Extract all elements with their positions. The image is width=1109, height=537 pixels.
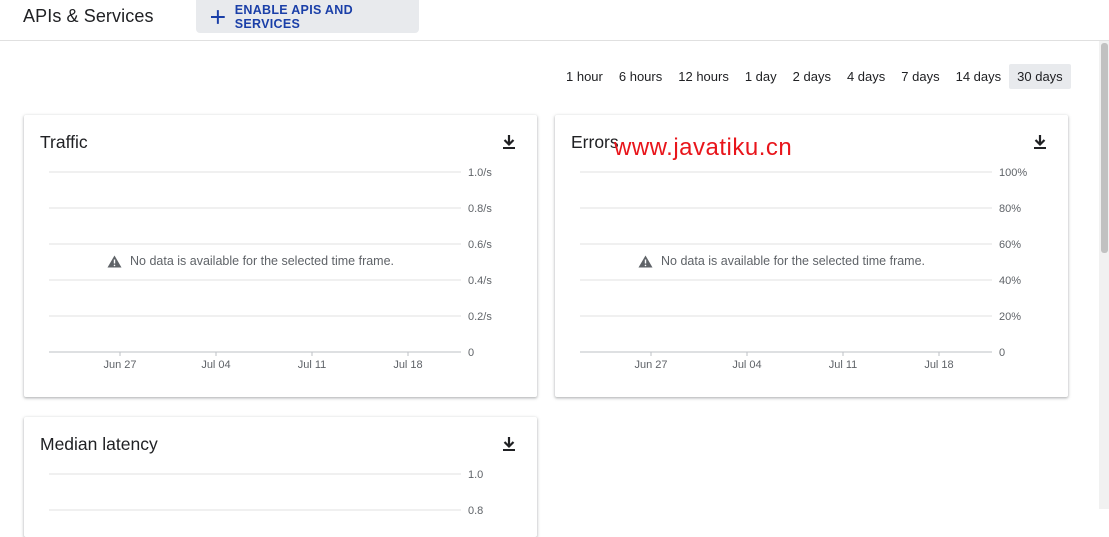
time-range-option[interactable]: 6 hours (611, 64, 670, 89)
y-tick-label: 20% (999, 311, 1021, 323)
x-tick-label: Jun 27 (634, 359, 667, 371)
x-tick-label: Jul 11 (298, 359, 327, 371)
warning-icon (107, 255, 122, 267)
warning-icon (638, 255, 653, 267)
median-latency-chart: 1.0 0.8 (49, 469, 483, 517)
time-range-option[interactable]: 12 hours (670, 64, 737, 89)
top-bar: APIs & Services ENABLE APIS AND SERVICES (0, 0, 1109, 41)
time-range-option[interactable]: 2 days (785, 64, 839, 89)
traffic-no-data-message: No data is available for the selected ti… (107, 254, 394, 268)
page-scrollbar[interactable] (1099, 41, 1109, 509)
y-tick-label: 40% (999, 275, 1021, 287)
time-range-option[interactable]: 14 days (948, 64, 1010, 89)
time-range-option[interactable]: 1 day (737, 64, 785, 89)
traffic-card: Traffic 1.0/s 0.8/s 0.6/s 0.4/s 0.2/s 0 Jun 27… (24, 115, 537, 397)
x-tick-label: Jul 18 (393, 359, 422, 371)
y-tick-label: 0.6/s (468, 239, 492, 251)
errors-no-data-message: No data is available for the selected ti… (638, 254, 925, 268)
y-tick-label: 1.0/s (468, 167, 492, 179)
y-tick-label: 0.8 (468, 505, 483, 517)
y-tick-label: 0 (999, 347, 1005, 359)
plus-icon (210, 9, 225, 24)
x-tick-label: Jun 27 (103, 359, 136, 371)
time-range-option[interactable]: 1 hour (558, 64, 611, 89)
time-range-option[interactable]: 30 days (1009, 64, 1071, 89)
x-tick-label: Jul 11 (829, 359, 858, 371)
time-range-option[interactable]: 4 days (839, 64, 893, 89)
y-tick-label: 60% (999, 239, 1021, 251)
scrollbar-thumb[interactable] (1101, 43, 1108, 253)
y-tick-label: 0.8/s (468, 203, 492, 215)
y-tick-label: 0 (468, 347, 474, 359)
x-tick-label: Jul 18 (924, 359, 953, 371)
x-tick-label: Jul 04 (732, 359, 761, 371)
x-tick-label: Jul 04 (201, 359, 230, 371)
y-tick-label: 80% (999, 203, 1021, 215)
page-title: APIs & Services (23, 6, 154, 26)
time-range-option[interactable]: 7 days (893, 64, 947, 89)
no-data-text: No data is available for the selected ti… (661, 254, 926, 268)
watermark-text: www.javatiku.cn (614, 134, 793, 161)
y-tick-label: 0.4/s (468, 275, 492, 287)
median-latency-card: Median latency 1.0 0.8 (24, 417, 537, 537)
y-tick-label: 0.2/s (468, 311, 492, 323)
y-tick-label: 100% (999, 167, 1027, 179)
y-tick-label: 1.0 (468, 469, 483, 481)
no-data-text: No data is available for the selected ti… (130, 254, 395, 268)
enable-apis-button[interactable]: ENABLE APIS AND SERVICES (196, 0, 419, 33)
time-range-selector: 1 hour 6 hours 12 hours 1 day 2 days 4 days 7 … (558, 64, 1071, 89)
enable-apis-label: ENABLE APIS AND SERVICES (234, 2, 353, 31)
